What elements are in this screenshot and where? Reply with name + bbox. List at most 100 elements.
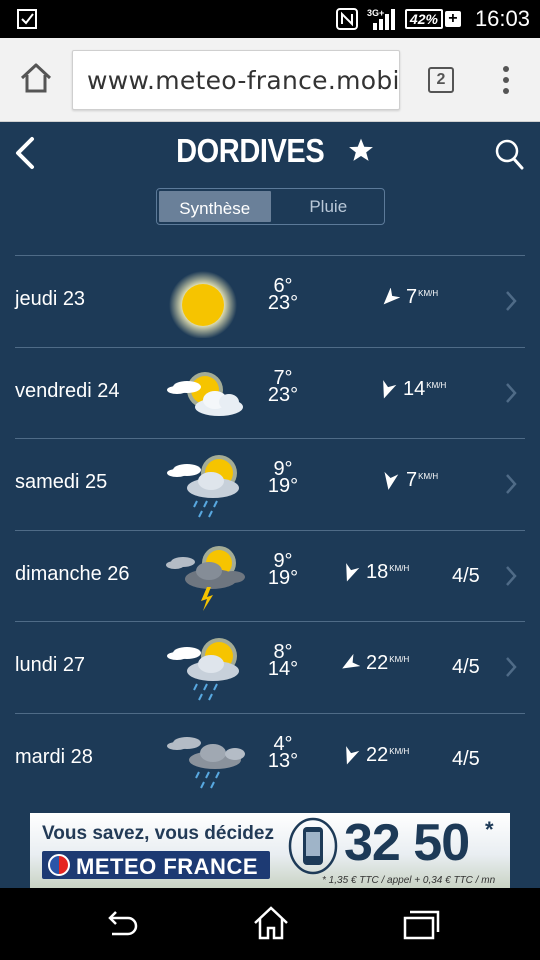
- ad-asterisk: *: [485, 817, 494, 842]
- ad-phone-number: 32 50: [344, 814, 470, 872]
- forecast-day: dimanche 26: [15, 562, 130, 585]
- browser-toolbar: www.meteo-france.mobi/ 2: [0, 38, 540, 122]
- temperature-range: 8° 14°: [263, 642, 303, 680]
- tab-synthese[interactable]: Synthèse: [157, 189, 273, 224]
- battery-level: 42%: [404, 9, 443, 29]
- thunderstorm-icon: [166, 545, 245, 611]
- temperature-range: 9° 19°: [263, 551, 303, 589]
- ad-small-print: * 1,35 € TTC / appel + 0,34 € TTC / mn: [322, 875, 496, 886]
- forecast-row[interactable]: lundi 27 8° 14° 22 KM/H 4/5: [15, 621, 525, 713]
- city-name: DORDIVES: [176, 132, 326, 169]
- temp-max: 19°: [267, 566, 299, 589]
- nav-home-icon[interactable]: [252, 904, 290, 942]
- sun-cloud-rain-icon: [167, 638, 239, 701]
- forecast-day: lundi 27: [15, 654, 86, 676]
- wind-info: 14 KM/H: [377, 378, 446, 404]
- weather-app: DORDIVES Synthèse Pluie jeudi 23 6° 23° …: [0, 122, 540, 888]
- nfc-icon: [335, 8, 358, 30]
- network-type: 3G+: [367, 8, 384, 18]
- wind-info: 22 KM/H: [340, 652, 409, 678]
- wind-info: 22 KM/H: [340, 744, 409, 770]
- phone-icon: [288, 817, 338, 875]
- forecast-row[interactable]: samedi 25 9° 19° 7 KM/H: [15, 438, 525, 530]
- wind-info: 7 KM/H: [380, 286, 438, 312]
- temp-max: 19°: [267, 475, 299, 497]
- reliability-score: 4/5: [452, 747, 480, 770]
- cloud-rain-icon: [167, 736, 245, 788]
- url-text[interactable]: www.meteo-france.mobi/: [87, 66, 399, 95]
- chevron-right-icon[interactable]: [505, 382, 517, 404]
- wind-info: 18 KM/H: [340, 561, 409, 587]
- temp-max: 13°: [267, 749, 299, 772]
- forecast-day: samedi 25: [15, 471, 108, 493]
- meteo-france-logo-icon: [48, 854, 70, 876]
- ad-brand: METEO FRANCE: [42, 851, 270, 879]
- wind-speed: 22: [366, 652, 389, 674]
- wind-unit: KM/H: [418, 289, 439, 298]
- partly-cloudy-icon: [167, 371, 243, 416]
- chevron-right-icon[interactable]: [505, 473, 517, 495]
- temperature-range: 9° 19°: [263, 459, 303, 497]
- chevron-right-icon[interactable]: [505, 565, 517, 587]
- overflow-menu-icon[interactable]: [498, 66, 514, 96]
- temperature-range: 4° 13°: [263, 734, 303, 772]
- wind-unit: KM/H: [418, 472, 439, 481]
- url-bar[interactable]: www.meteo-france.mobi/: [72, 50, 400, 110]
- wind-direction-icon: [342, 654, 360, 669]
- wind-speed: 7: [406, 469, 418, 491]
- app-header: DORDIVES Synthèse Pluie: [0, 122, 540, 242]
- tab-switcher-button[interactable]: 2: [428, 67, 454, 93]
- forecast-day: jeudi 23: [15, 288, 86, 310]
- status-bar: 3G+ 42% + 16:03: [0, 0, 540, 38]
- wind-direction-icon: [383, 288, 400, 305]
- home-icon[interactable]: [18, 60, 54, 96]
- battery-indicator: 42% +: [404, 9, 461, 29]
- temperature-range: 7° 23°: [263, 368, 303, 406]
- forecast-day: vendredi 24: [15, 379, 120, 402]
- wind-unit: KM/H: [389, 746, 410, 756]
- ad-banner[interactable]: Vous savez, vous décidez METEO FRANCE 32…: [30, 813, 510, 888]
- sun-cloud-rain-icon: [167, 455, 239, 518]
- wind-speed: 18: [366, 560, 389, 583]
- wind-unit: KM/H: [389, 655, 410, 664]
- favorite-star-icon[interactable]: [348, 137, 374, 163]
- nav-recent-apps-icon[interactable]: [402, 906, 440, 942]
- reliability-score: 4/5: [452, 656, 480, 678]
- charging-icon: +: [444, 11, 461, 27]
- wind-unit: KM/H: [426, 380, 447, 390]
- view-toggle: Synthèse Pluie: [156, 188, 385, 225]
- forecast-list: jeudi 23 6° 23° 7 KM/H vendredi 24 7° 23…: [0, 255, 540, 804]
- system-nav-bar: [0, 888, 540, 960]
- temp-max: 23°: [267, 383, 299, 406]
- ad-brand-text: METEO FRANCE: [76, 854, 258, 879]
- temperature-range: 6° 23°: [263, 276, 303, 314]
- signal-icon: 3G+: [367, 8, 395, 30]
- chevron-right-icon[interactable]: [505, 290, 517, 312]
- search-icon[interactable]: [494, 138, 524, 170]
- temp-max: 23°: [267, 292, 299, 314]
- forecast-row[interactable]: vendredi 24 7° 23° 14 KM/H: [15, 346, 525, 439]
- wind-speed: 14: [403, 377, 426, 400]
- ad-tagline: Vous savez, vous décidez: [42, 823, 274, 844]
- wind-speed: 22: [366, 743, 389, 766]
- sunny-icon: [169, 271, 237, 338]
- wind-speed: 7: [406, 286, 418, 308]
- reliability-score: 4/5: [452, 564, 480, 587]
- clock: 16:03: [474, 6, 530, 31]
- chevron-right-icon[interactable]: [505, 656, 517, 678]
- checkbox-notification-icon: [17, 9, 37, 29]
- forecast-row[interactable]: mardi 28 4° 13° 22 KM/H 4/5: [15, 712, 525, 805]
- wind-direction-icon: [383, 379, 397, 398]
- nav-back-icon[interactable]: [102, 906, 140, 942]
- wind-direction-icon: [346, 745, 360, 764]
- wind-direction-icon: [346, 562, 360, 581]
- tab-pluie[interactable]: Pluie: [273, 189, 385, 224]
- wind-unit: KM/H: [389, 563, 410, 573]
- wind-direction-icon: [384, 471, 399, 490]
- wind-info: 7 KM/H: [380, 469, 438, 495]
- temp-max: 14°: [267, 658, 299, 680]
- page-title: DORDIVES: [0, 132, 540, 170]
- forecast-row[interactable]: jeudi 23 6° 23° 7 KM/H: [15, 255, 525, 347]
- forecast-day: mardi 28: [15, 745, 93, 768]
- forecast-row[interactable]: dimanche 26 9° 19° 18 KM/H 4/5: [15, 529, 525, 622]
